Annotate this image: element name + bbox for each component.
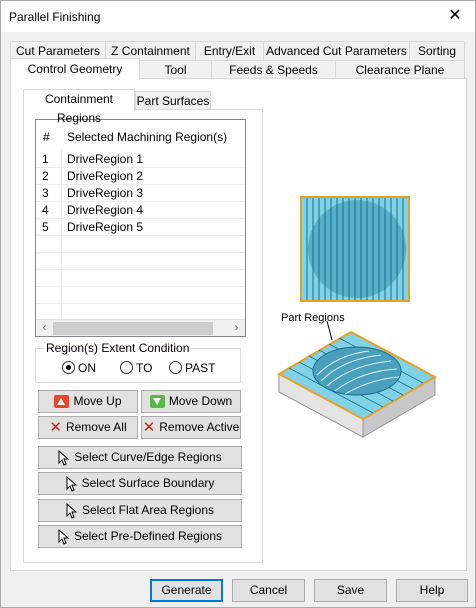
row-number: 2 xyxy=(42,169,49,183)
regions-list[interactable]: # Selected Machining Region(s) 1 DriveRe… xyxy=(35,119,246,337)
radio-to-label: TO xyxy=(136,361,153,375)
row-region-name: DriveRegion 2 xyxy=(67,169,144,183)
radio-on-indicator[interactable] xyxy=(62,361,75,374)
select-flat-area-regions-button[interactable]: Select Flat Area Regions xyxy=(38,499,242,522)
close-icon[interactable]: ✕ xyxy=(443,5,467,27)
table-row[interactable]: 1 DriveRegion 1 xyxy=(36,151,245,168)
radio-to-indicator[interactable] xyxy=(120,361,133,374)
scroll-right-icon[interactable]: › xyxy=(228,320,245,336)
cursor-arrow-icon xyxy=(66,502,78,519)
empty-row xyxy=(36,236,245,253)
row-region-name: DriveRegion 4 xyxy=(67,203,144,217)
radio-past[interactable]: PAST xyxy=(169,361,215,375)
select-curve-edge-regions-button[interactable]: Select Curve/Edge Regions xyxy=(38,446,242,469)
remove-active-label: Remove Active xyxy=(159,420,240,434)
tab-tool[interactable]: Tool xyxy=(139,60,212,79)
remove-x-icon: ✕ xyxy=(142,418,156,436)
cursor-arrow-icon xyxy=(66,475,77,492)
tab-entry-exit[interactable]: Entry/Exit xyxy=(195,41,264,60)
row-region-name: DriveRegion 1 xyxy=(67,152,144,166)
table-row[interactable]: 5 DriveRegion 5 xyxy=(36,219,245,236)
move-up-button[interactable]: Move Up xyxy=(38,390,138,413)
subtab-part-surfaces[interactable]: Part Surfaces xyxy=(135,91,211,111)
generate-button[interactable]: Generate xyxy=(150,579,223,602)
move-up-label: Move Up xyxy=(73,394,122,408)
select-flat-area-label: Select Flat Area Regions xyxy=(81,503,215,517)
extent-condition-legend: Region(s) Extent Condition xyxy=(44,341,192,355)
remove-x-icon: ✕ xyxy=(49,418,62,436)
empty-row xyxy=(36,270,245,287)
select-predefined-regions-button[interactable]: Select Pre-Defined Regions xyxy=(38,525,242,548)
tab-clearance-plane[interactable]: Clearance Plane xyxy=(335,60,465,79)
radio-past-indicator[interactable] xyxy=(169,361,182,374)
move-down-label: Move Down xyxy=(168,394,233,408)
radio-on[interactable]: ON xyxy=(62,361,96,375)
tab-sorting[interactable]: Sorting xyxy=(409,41,465,60)
row-number: 4 xyxy=(42,203,49,217)
window-title: Parallel Finishing xyxy=(9,10,101,24)
dialog-window: Parallel Finishing ✕ Cut Parameters Z Co… xyxy=(0,0,476,608)
tab-control-geometry[interactable]: Control Geometry xyxy=(10,58,140,80)
save-button[interactable]: Save xyxy=(314,579,387,602)
column-header-number: # xyxy=(43,130,50,144)
cursor-arrow-icon xyxy=(58,528,70,545)
cursor-arrow-icon xyxy=(58,449,70,466)
select-curve-edge-label: Select Curve/Edge Regions xyxy=(74,450,222,464)
tab-advanced-cut-parameters[interactable]: Advanced Cut Parameters xyxy=(263,41,410,60)
move-down-button[interactable]: Move Down xyxy=(141,390,241,413)
row-region-name: DriveRegion 5 xyxy=(67,220,144,234)
extent-condition-group: Region(s) Extent Condition ON TO PAST xyxy=(35,341,241,383)
table-row[interactable]: 2 DriveRegion 2 xyxy=(36,168,245,185)
radio-past-label: PAST xyxy=(185,361,216,375)
row-number: 3 xyxy=(42,186,49,200)
row-number: 1 xyxy=(42,152,49,166)
empty-row xyxy=(36,253,245,270)
table-row[interactable]: 4 DriveRegion 4 xyxy=(36,202,245,219)
tab-feeds-speeds[interactable]: Feeds & Speeds xyxy=(211,60,336,79)
row-number: 5 xyxy=(42,220,49,234)
select-predefined-label: Select Pre-Defined Regions xyxy=(73,529,223,543)
scroll-left-icon[interactable]: ‹ xyxy=(36,320,53,336)
horizontal-scrollbar[interactable]: ‹ › xyxy=(36,319,245,336)
radio-on-label: ON xyxy=(78,361,96,375)
arrow-up-icon xyxy=(54,395,70,409)
radio-to[interactable]: TO xyxy=(120,361,152,375)
cancel-button[interactable]: Cancel xyxy=(232,579,305,602)
remove-active-button[interactable]: ✕ Remove Active xyxy=(141,416,241,439)
scrollbar-thumb[interactable] xyxy=(53,322,213,335)
arrow-down-icon xyxy=(149,395,165,409)
part-regions-label: Part Regions xyxy=(281,312,345,324)
select-surface-boundary-button[interactable]: Select Surface Boundary xyxy=(38,472,242,495)
select-surface-boundary-label: Select Surface Boundary xyxy=(81,476,215,490)
empty-row xyxy=(36,287,245,304)
remove-all-label: Remove All xyxy=(65,420,127,434)
row-region-name: DriveRegion 3 xyxy=(67,186,144,200)
subtab-containment-regions[interactable]: Containment Regions xyxy=(23,89,135,125)
title-bar: Parallel Finishing ✕ xyxy=(1,1,475,32)
table-row[interactable]: 3 DriveRegion 3 xyxy=(36,185,245,202)
column-header-region: Selected Machining Region(s) xyxy=(67,130,228,144)
help-button[interactable]: Help xyxy=(396,579,468,602)
remove-all-button[interactable]: ✕ Remove All xyxy=(38,416,138,439)
